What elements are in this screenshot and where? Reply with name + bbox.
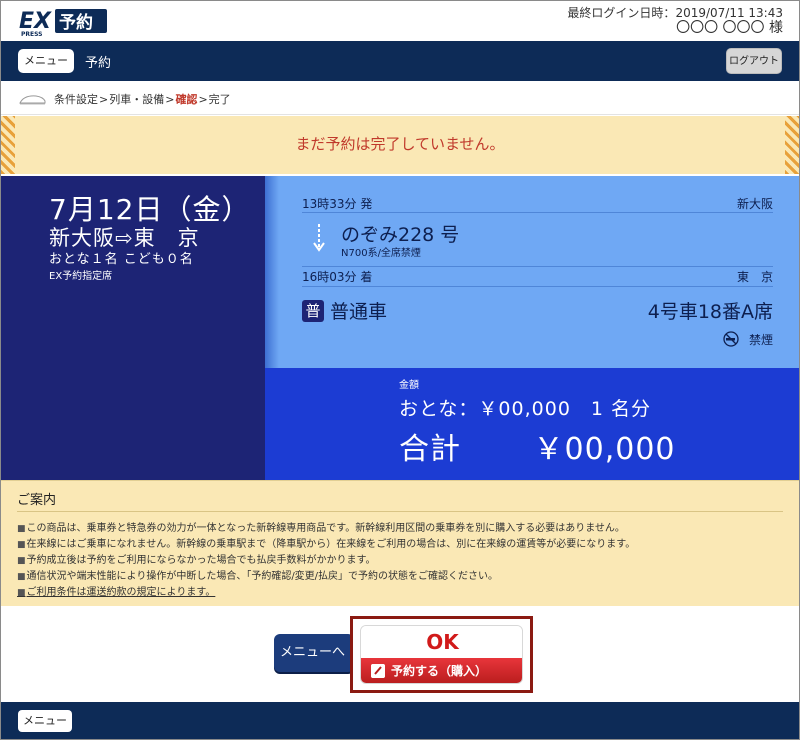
terms-link[interactable]: ご利用条件は運送約款の規定によります。 — [17, 585, 787, 601]
menu-button[interactable]: メニュー — [18, 49, 74, 73]
departure-station: 新大阪 — [736, 197, 773, 211]
breadcrumb-separator: > — [165, 92, 175, 106]
breadcrumb-step-complete: 完了 — [208, 93, 231, 106]
trip-overview: 7月12日（金） 新大阪⇨東 京 おとな１名 こども０名 EX予約指定席 — [1, 176, 265, 480]
breadcrumb-step-confirm: 確認 — [175, 93, 198, 106]
nav-bar: メニュー 予約 ログアウト — [1, 41, 799, 81]
last-login-time: 2019/07/11 13:43 — [675, 6, 783, 20]
total-fare: 合計 ￥00,000 — [399, 432, 676, 467]
footer-menu-button[interactable]: メニュー — [18, 710, 72, 732]
guidance-divider — [17, 511, 783, 512]
passenger-count: おとな１名 こども０名 — [49, 252, 194, 267]
guidance-item: 通信状況や端末性能により操作が中断した場合、「予約確認/変更/払戻」で予約の状態… — [17, 569, 787, 585]
shinkansen-icon — [19, 95, 46, 105]
car-class: 普通車 — [330, 301, 388, 323]
breadcrumb: 条件設定 > 列車・設備 > 確認 > 完了 — [18, 90, 231, 108]
pencil-icon — [371, 664, 385, 678]
train-name: のぞみ228 号 — [341, 224, 460, 246]
logout-button[interactable]: ログアウト — [726, 48, 782, 74]
breadcrumb-step-train: 列車・設備 — [109, 93, 165, 106]
warning-banner: まだ予約は完了していません。 — [1, 116, 799, 174]
login-info: 最終ログイン日時：2019/07/11 13:43 〇〇〇 〇〇〇 様 — [567, 6, 783, 36]
price-summary: 金額 おとな：￥00,000 1 名分 合計 ￥00,000 — [265, 368, 799, 480]
train-details: 13時33分 発 新大阪 のぞみ228 号 N700系/全席禁煙 16時03分 … — [265, 176, 799, 368]
breadcrumb-separator: > — [99, 92, 109, 106]
guidance-list: この商品は、乗車券と特急券の効力が一体となった新幹線専用商品です。新幹線利用区間… — [17, 521, 787, 601]
warning-stripe-right — [785, 116, 799, 174]
guidance-item: 予約成立後は予約をご利用にならなかった場合でも払戻手数料がかかります。 — [17, 553, 787, 569]
footer-bar: メニュー — [1, 702, 799, 739]
down-arrow-icon — [313, 224, 325, 252]
adult-fare: おとな：￥00,000 1 名分 — [399, 398, 652, 420]
breadcrumb-step-conditions: 条件設定 — [54, 93, 98, 106]
divider — [302, 212, 773, 213]
ok-reserve-button[interactable]: OK 予約する（購入） — [360, 625, 523, 684]
guidance-title: ご案内 — [17, 493, 57, 508]
guidance-section: ご案内 この商品は、乗車券と特急券の効力が一体となった新幹線専用商品です。新幹線… — [1, 480, 799, 606]
arrival-station: 東 京 — [736, 270, 773, 284]
ordinary-car-icon: 普 — [302, 300, 324, 322]
departure-time: 13時33分 発 — [302, 197, 373, 211]
top-bar: EX 予約 PRESS 最終ログイン日時：2019/07/11 13:43 〇〇… — [1, 1, 799, 41]
divider — [302, 266, 773, 267]
reserve-label: 予約する（購入） — [361, 658, 522, 683]
seat-number: 4号車18番A席 — [647, 301, 773, 323]
last-login-label: 最終ログイン日時： — [567, 6, 676, 20]
ok-label: OK — [361, 626, 522, 658]
smoking-status: 禁煙 — [748, 333, 773, 347]
divider — [302, 286, 773, 287]
ex-logo[interactable]: EX 予約 PRESS — [17, 7, 109, 37]
no-smoking-icon — [723, 331, 739, 347]
back-to-menu-button[interactable]: メニューへ — [274, 634, 354, 672]
warning-text: まだ予約は完了していません。 — [295, 135, 505, 153]
svg-text:PRESS: PRESS — [21, 31, 43, 37]
panel-shadow — [265, 176, 279, 368]
price-label: 金額 — [399, 380, 419, 391]
breadcrumb-separator: > — [198, 92, 208, 106]
page-title: 予約 — [85, 56, 112, 71]
user-name: 〇〇〇 〇〇〇 様 — [676, 20, 783, 36]
arrival-time: 16時03分 着 — [302, 270, 373, 284]
ticket-type: EX予約指定席 — [49, 271, 113, 282]
guidance-item: 在来線にはご乗車になれません。新幹線の乗車駅まで（降車駅から）在来線をご利用の場… — [17, 537, 787, 553]
guidance-item: この商品は、乗車券と特急券の効力が一体となった新幹線専用商品です。新幹線利用区間… — [17, 521, 787, 537]
svg-text:予約: 予約 — [59, 12, 93, 33]
breadcrumb-divider — [1, 114, 799, 115]
train-type: N700系/全席禁煙 — [341, 248, 421, 259]
confirm-highlight: OK 予約する（購入） — [350, 616, 533, 693]
